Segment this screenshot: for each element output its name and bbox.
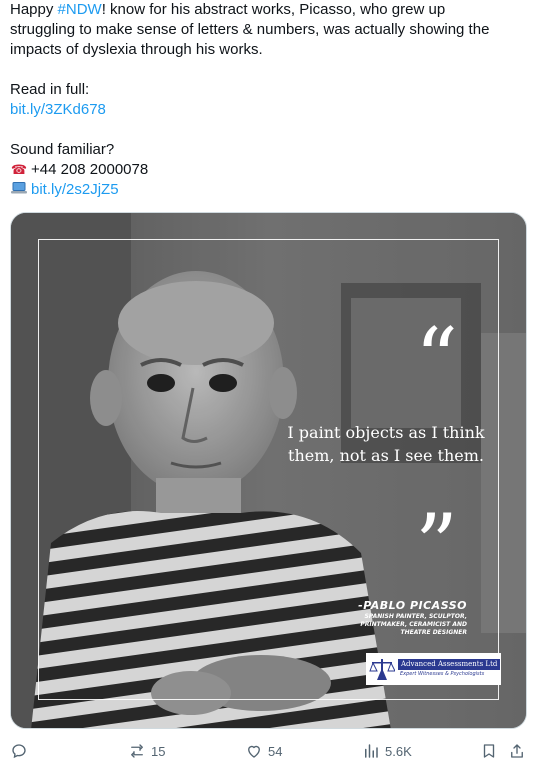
reply-icon [12, 744, 26, 759]
views-button[interactable]: 5.6K [362, 740, 412, 762]
bookmark-icon [483, 744, 495, 758]
hashtag-link[interactable]: #NDW [58, 1, 102, 18]
quote-line-1: I paint objects as I think [287, 423, 485, 442]
author-desc-line-3: THEATRE DESIGNER [400, 629, 467, 636]
telephone-icon: ☎ [10, 162, 28, 177]
tweet-image[interactable]: “ I paint objects as I think them, not a… [10, 212, 527, 729]
close-quote-mark: ” [415, 496, 458, 594]
read-link[interactable]: bit.ly/3ZKd678 [10, 101, 106, 118]
views-chart-icon [365, 744, 378, 758]
views-count: 5.6K [385, 743, 412, 759]
bookmark-button[interactable] [480, 740, 498, 762]
retweet-icon [131, 744, 143, 758]
author-description: SPANISH PAINTER, SCULPTOR, PRINTMAKER, C… [327, 613, 467, 637]
heart-icon [248, 745, 260, 758]
share-icon [511, 744, 523, 758]
quote-text: I paint objects as I think them, not as … [261, 421, 511, 467]
scales-logo-icon [369, 659, 395, 680]
laptop-icon [10, 180, 28, 200]
tweet: Happy #NDW! know for his abstract works,… [0, 0, 533, 766]
quote-line-2: them, not as I see them. [288, 446, 484, 465]
tweet-actions: 15 54 5.6K [10, 740, 530, 764]
familiar-label: Sound familiar? [10, 141, 115, 158]
tweet-text-line-2: struggling to make sense of letters & nu… [10, 21, 490, 38]
open-quote-mark: “ [415, 310, 458, 408]
quote-author: -PABLO PICASSO [358, 599, 467, 612]
share-button[interactable] [508, 740, 526, 762]
company-logo: Advanced Assessments Ltd Expert Witnesse… [366, 653, 501, 685]
website-link[interactable]: bit.ly/2s2JjZ5 [31, 181, 119, 198]
like-button[interactable]: 54 [245, 740, 282, 762]
phone-number: +44 208 2000078 [31, 161, 149, 178]
author-desc-line-2: PRINTMAKER, CERAMICIST AND [360, 621, 467, 628]
reply-button[interactable] [10, 740, 28, 762]
tweet-text-prefix: Happy [10, 1, 58, 18]
read-label: Read in full: [10, 81, 90, 98]
logo-tagline: Expert Witnesses & Psychologists [400, 671, 485, 677]
retweet-count: 15 [151, 743, 166, 759]
tweet-text-suffix: ! know for his abstract works, Picasso, … [101, 1, 446, 18]
logo-name: Advanced Assessments Ltd [398, 659, 501, 670]
tweet-text: Happy #NDW! know for his abstract works,… [10, 0, 525, 200]
tweet-text-line-1: Happy #NDW! know for his abstract works,… [10, 0, 525, 20]
tweet-text-line-3: impacts of dyslexia through his works. [10, 41, 263, 58]
like-count: 54 [268, 743, 283, 759]
author-desc-line-1: SPANISH PAINTER, SCULPTOR, [364, 613, 467, 620]
retweet-button[interactable]: 15 [128, 740, 165, 762]
